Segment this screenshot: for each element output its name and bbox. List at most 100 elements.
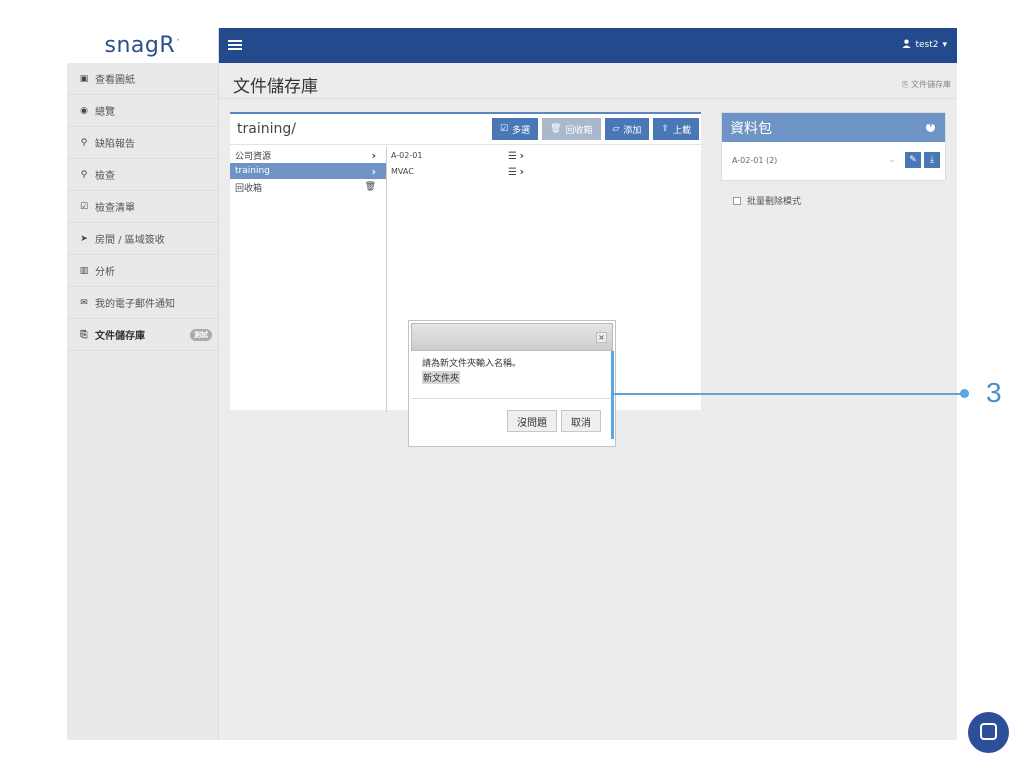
add-folder-label: 添加 [623,125,642,136]
item-column: A-02-01 ☰ › MVAC ☰ › [388,147,538,179]
file-browser-header: training/ ☑ 多選 🗑 回收箱 ▱ 添加 ⇪ 上載 [230,114,701,145]
bulk-delete-checkbox[interactable] [733,196,741,205]
current-path: training/ [237,121,296,137]
user-menu[interactable]: test2 ▾ [902,39,947,51]
folder-label: 回收箱 [235,183,263,194]
menu-chevron-icon: ☰ › [507,148,524,162]
user-name: test2 [915,40,939,50]
user-icon [902,39,912,51]
trash-icon: 🗑 [550,124,562,134]
caret-down-icon: ▾ [942,40,947,50]
folder-column: 公司資源 › training › 回收箱 🗑 [230,147,387,412]
callout-label: 3 [986,377,1002,408]
image-icon: ▣ [79,73,89,84]
breadcrumb-label: 文件儲存庫 [911,80,951,89]
package-title: 資料包 [730,120,772,137]
folder-label: training [235,166,270,176]
item-label: MVAC [391,166,414,176]
sidebar-item-label: 檢查清單 [95,203,135,214]
sidebar-item-label: 分析 [95,267,115,278]
chevron-right-icon: › [371,164,376,178]
package-row: A-02-01 (2) ⌄ ✎ ⤓ [722,142,945,178]
ok-button[interactable]: 沒問題 [507,410,557,432]
new-folder-dialog: × 請為新文件夾輸入名稱。 新文件夾 沒問題 取消 [408,320,616,447]
pencil-icon: ✎ [909,155,917,165]
checklist-icon: ☑ [79,201,89,212]
list-item[interactable]: 回收箱 🗑 [230,179,386,195]
sidebar-item-label: 總覽 [95,107,115,118]
download-button[interactable]: ⤓ [924,152,940,168]
dialog-message: 請為新文件夾輸入名稱。 [422,359,522,369]
sidebar-item-label: 檢查 [95,171,115,182]
sidebar-item-inspection[interactable]: ⚲ 檢查 [67,159,218,191]
sidebar-item-storage[interactable]: ⎘ 文件儲存庫 測試 [67,319,218,351]
search-icon: ⚲ [80,169,88,180]
dialog-buttons: 沒問題 取消 [507,410,601,432]
package-select[interactable]: A-02-01 (2) [732,156,888,165]
sidebar-item-checklist[interactable]: ☑ 檢查清單 [67,191,218,223]
list-item[interactable]: 公司資源 › [230,147,386,163]
item-label: A-02-01 [391,150,423,160]
bulk-delete-toggle[interactable]: 批量刪除模式 [733,194,801,207]
list-item[interactable]: A-02-01 ☰ › [388,147,538,163]
list-item[interactable]: MVAC ☰ › [388,163,538,179]
upload-icon: ⇪ [661,124,669,134]
callout-dot [960,389,969,398]
menu-chevron-icon: ☰ › [507,164,524,178]
sidebar-item-analysis[interactable]: ▥ 分析 [67,255,218,287]
page-title: 文件儲存庫 [233,77,318,97]
cancel-button[interactable]: 取消 [561,410,601,432]
mail-icon: ✉ [80,297,88,308]
hamburger-menu-icon[interactable] [228,40,242,50]
dialog-titlebar: × [411,323,613,351]
map-marker-icon: ⚲ [80,137,88,148]
sidebar-item-label: 查看圖紙 [95,75,135,86]
chat-launcher-button[interactable] [968,712,1009,753]
recycle-bin-button[interactable]: 🗑 回收箱 [542,118,601,140]
add-circle-icon[interactable] [926,120,935,132]
chart-icon: ▥ [79,265,89,276]
top-bar: test2 ▾ [219,28,957,63]
divider [411,398,613,399]
upload-button[interactable]: ⇪ 上載 [653,118,699,140]
folder-label: 公司資源 [235,151,272,162]
chevron-down-icon[interactable]: ⌄ [888,155,896,165]
sidebar-item-drawings[interactable]: ▣ 查看圖紙 [67,63,218,95]
logo-text: snagR [104,33,176,58]
sidebar-item-email[interactable]: ✉ 我的電子郵件通知 [67,287,218,319]
storage-icon: ⎘ [80,329,88,340]
multi-select-button[interactable]: ☑ 多選 [491,118,539,140]
list-item[interactable]: training › [230,163,386,179]
checkbox-icon: ☑ [499,124,509,134]
sidebar-item-label: 我的電子郵件通知 [95,299,175,310]
close-icon[interactable]: × [596,332,607,343]
sidebar-item-overview[interactable]: ◉ 總覽 [67,95,218,127]
folder-open-icon: ▱ [612,124,620,134]
app-window: snagR · ▣ 查看圖紙 ◉ 總覽 ⚲ 缺陷報告 ⚲ 檢查 ☑ 檢查清單 ➤ … [67,28,1009,753]
package-header: 資料包 [722,113,945,142]
recycle-bin-label: 回收箱 [565,125,593,136]
add-folder-button[interactable]: ▱ 添加 [604,118,650,140]
toolbar: ☑ 多選 🗑 回收箱 ▱ 添加 ⇪ 上載 [491,118,699,140]
sidebar-item-defects[interactable]: ⚲ 缺陷報告 [67,127,218,159]
status-badge: 測試 [190,329,212,341]
divider [219,98,957,99]
trash-icon: 🗑 [364,182,376,192]
folder-name-input[interactable]: 新文件夾 [422,371,461,384]
sidebar-item-signoff[interactable]: ➤ 房間 / 區域簽收 [67,223,218,255]
sidebar-item-label: 房間 / 區域簽收 [95,235,165,246]
breadcrumb[interactable]: ⎘ 文件儲存庫 [902,79,951,90]
sidebar-item-label: 缺陷報告 [95,139,135,150]
chat-icon [980,723,997,740]
sidebar-item-label: 文件儲存庫 [95,331,145,342]
download-icon: ⤓ [930,155,934,165]
multi-select-label: 多選 [512,125,531,136]
chevron-right-icon: › [371,148,376,162]
upload-label: 上載 [672,125,691,136]
edit-button[interactable]: ✎ [905,152,921,168]
logo-mark: · [176,32,181,47]
logo[interactable]: snagR · [67,28,218,63]
arrow-icon: ➤ [80,233,88,244]
sidebar: snagR · ▣ 查看圖紙 ◉ 總覽 ⚲ 缺陷報告 ⚲ 檢查 ☑ 檢查清單 ➤ … [67,28,219,740]
callout-bracket [611,351,614,439]
